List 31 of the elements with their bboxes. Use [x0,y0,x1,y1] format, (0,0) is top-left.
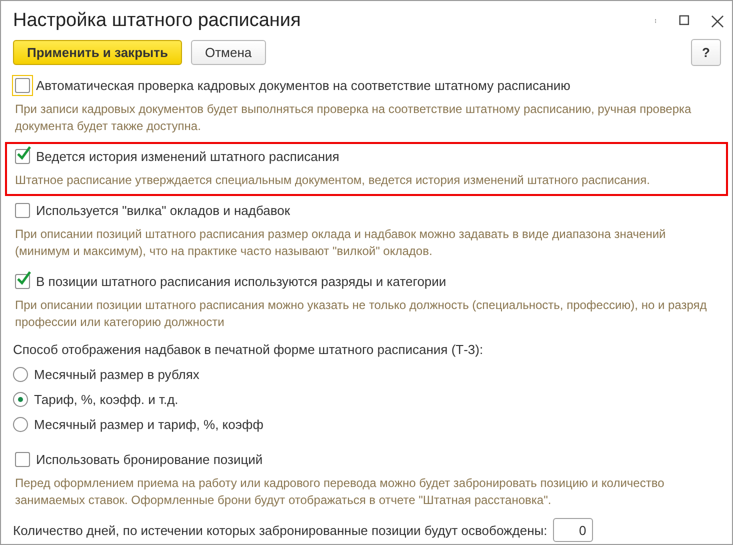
checkbox[interactable] [15,274,30,288]
checkbox-label[interactable]: Ведется история изменений штатного расписания [36,148,340,164]
checkbox[interactable] [15,452,30,466]
cancel-button[interactable]: Отмена [190,40,266,65]
hint-text: При записи кадровых документов будет выполняться проверка на соответствие штатному расписанию, ручная проверка документа будет также доступна. [15,101,692,135]
group-label: Способ отображения надбавок в печатной форме штатного расписания (Т-3): [13,342,484,359]
checkbox[interactable] [15,148,30,164]
checkbox-label[interactable]: Автоматическая проверка кадровых документов на соответствие штатному расписанию [36,78,570,92]
radio-button[interactable] [13,392,28,407]
checkmark-icon [16,270,32,286]
radio-button[interactable] [13,417,28,432]
window-title: Настройка штатного расписания [13,10,302,32]
close-icon[interactable] [711,14,724,28]
hint-text: Штатное расписание утверждается специальным документом, ведется история изменений штатного расписания. [15,172,651,189]
checkbox-label[interactable]: Используется "вилка" окладов и надбавок [36,202,290,218]
hint-text: При описании позиций штатного расписания размер оклада и надбавок можно задавать в виде диапазона значений (минимум и максимум), что на практике часто называют "вилкой" окладов. [15,226,667,260]
checkbox-label[interactable]: Использовать бронирование позиций [36,452,263,466]
radio-button[interactable] [13,367,28,382]
checkbox-label[interactable]: В позиции штатного расписания используются разряды и категории [36,274,446,288]
maximize-icon[interactable] [679,15,691,27]
radio-label[interactable]: Месячный размер в рублях [34,367,200,382]
help-button[interactable]: ? [691,39,721,66]
hint-text: Перед оформлением приема на работу или кадрового перевода можно будет забронировать позицию и количество занимаемых ставок. Оформленные брони будут отображаться в отчете "Штатная расстановка". [15,475,666,509]
days-input-field[interactable]: 0 [553,518,594,542]
hint-text: При описании позиции штатного расписания можно указать не только должность (специальность, профессию), но и разряд профессии или категорию должности [15,297,708,331]
radio-label[interactable]: Тариф, %, коэфф. и т.д. [34,392,178,407]
apply-button[interactable]: Применить и закрыть [13,40,182,65]
field-label: Количество дней, по истечении которых забронированные позиции будут освобождены: [13,522,548,538]
checkmark-icon [16,146,32,162]
radio-label[interactable]: Месячный размер и тариф, %, коэфф [34,417,264,432]
checkbox[interactable] [15,202,30,218]
